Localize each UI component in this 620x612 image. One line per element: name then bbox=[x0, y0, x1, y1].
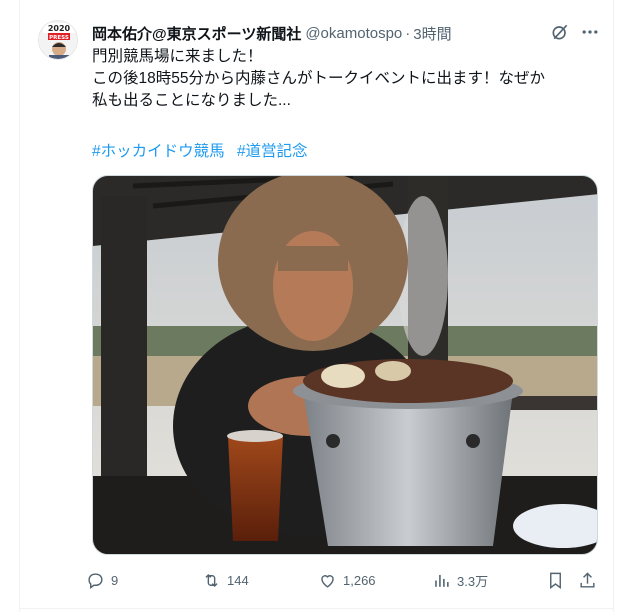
share-icon bbox=[580, 571, 595, 588]
bookmark-icon bbox=[550, 572, 561, 589]
more-icon[interactable] bbox=[578, 20, 602, 44]
bookmark-button[interactable] bbox=[546, 568, 571, 592]
tweet-photo[interactable] bbox=[92, 175, 598, 555]
repost-icon bbox=[205, 573, 218, 587]
reply-button[interactable]: 9 bbox=[86, 568, 118, 592]
tweet-header: 岡本佑介@東京スポーツ新聞社 @okamotospo · 3時間 bbox=[92, 22, 580, 44]
views-button[interactable]: 3.3万 bbox=[432, 568, 488, 592]
hashtag-link[interactable]: #ホッカイドウ競馬 bbox=[92, 143, 225, 160]
avatar-badge-year: 2020 bbox=[48, 24, 71, 33]
action-bar: 9 144 1,266 3.3万 bbox=[86, 568, 606, 592]
tweet-line: 私も出ることになりました... bbox=[92, 92, 291, 109]
grok-icon[interactable] bbox=[548, 20, 572, 44]
views-count: 3.3万 bbox=[457, 573, 489, 589]
avatar-badge-text: PRESS bbox=[49, 35, 69, 41]
display-name[interactable]: 岡本佑介@東京スポーツ新聞社 bbox=[92, 23, 301, 44]
timestamp[interactable]: 3時間 bbox=[413, 23, 451, 44]
hashtag-link[interactable]: #道営記念 bbox=[237, 143, 308, 160]
analytics-icon bbox=[435, 574, 449, 587]
separator-dot: · bbox=[405, 24, 411, 42]
like-count: 1,266 bbox=[343, 572, 376, 588]
like-button[interactable]: 1,266 bbox=[318, 568, 376, 592]
repost-count: 144 bbox=[227, 572, 249, 588]
user-handle[interactable]: @okamotospo bbox=[305, 25, 402, 42]
tweet-line: 門別競馬場に来ました！ bbox=[92, 48, 263, 65]
tweet-text: 門別競馬場に来ました！ この後18時55分から内藤さんがトークイベントに出ます！… bbox=[92, 46, 597, 112]
tweet-line: この後18時55分から内藤さんがトークイベントに出ます！なぜか bbox=[92, 70, 545, 87]
divider bbox=[19, 608, 614, 609]
hashtag-list: #ホッカイドウ競馬 #道営記念 bbox=[92, 139, 316, 161]
reply-icon bbox=[88, 572, 103, 589]
share-button[interactable] bbox=[578, 568, 603, 592]
reply-count: 9 bbox=[111, 572, 119, 588]
avatar[interactable]: 2020 PRESS bbox=[38, 20, 78, 60]
heart-icon bbox=[321, 574, 334, 588]
repost-button[interactable]: 144 bbox=[202, 568, 249, 592]
